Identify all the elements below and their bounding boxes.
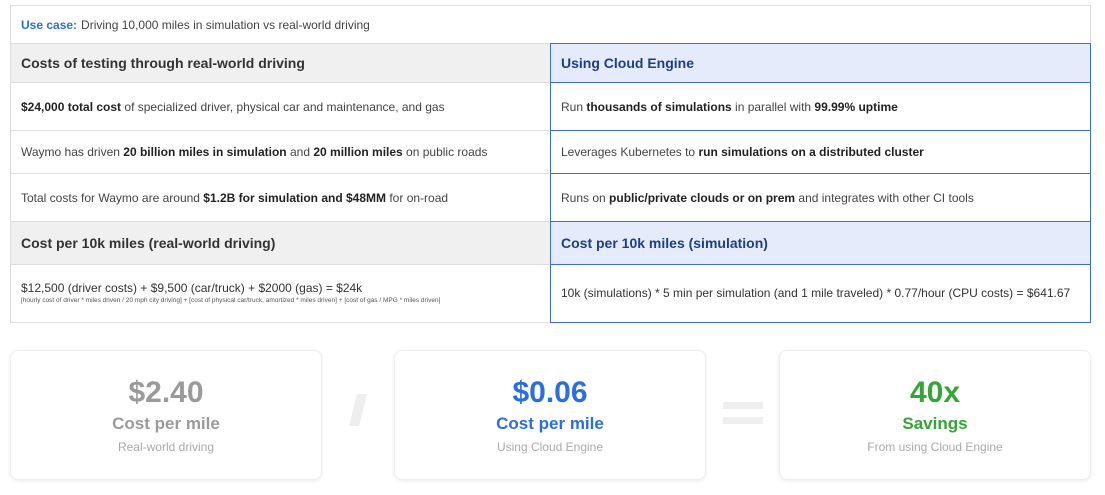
divide-slash-icon: [349, 394, 367, 426]
right-row-1-text-2: in parallel with: [731, 99, 815, 114]
card-savings-label: Savings: [902, 414, 968, 433]
right-cost-formula: 10k (simulations) * 5 min per simulation…: [550, 265, 1091, 323]
card-cloud-value: $0.06: [512, 376, 588, 409]
card-real-world-label: Cost per mile: [112, 414, 220, 433]
right-row-3-text-2: and integrates with other CI tools: [795, 190, 974, 205]
right-cost-header: Cost per 10k miles (simulation): [550, 222, 1091, 265]
left-header: Costs of testing through real-world driv…: [10, 43, 550, 83]
left-row-1: $24,000 total cost of specialized driver…: [10, 83, 550, 131]
right-row-2-bold-1: run simulations on a distributed cluster: [698, 145, 924, 159]
right-row-3-text-1: Runs on: [561, 190, 610, 205]
left-row-2-text-3: on public roads: [402, 145, 488, 159]
use-case-text: Driving 10,000 miles in simulation vs re…: [81, 17, 370, 32]
left-row-3: Total costs for Waymo are around $1.2B f…: [10, 174, 550, 222]
left-row-2-bold-2: 20 million miles: [313, 145, 403, 159]
left-row-2-bold-1: 20 billion miles in simulation: [123, 145, 287, 159]
right-row-1-bold-2: 99.99% uptime: [814, 99, 898, 114]
left-row-1-text: of specialized driver, physical car and …: [121, 99, 445, 114]
card-savings-sub: From using Cloud Engine: [867, 440, 1003, 454]
left-row-3-text-2: for on-road: [386, 190, 449, 205]
left-row-3-text-1: Total costs for Waymo are around: [21, 190, 204, 205]
use-case-banner: Use case: Driving 10,000 miles in simula…: [10, 5, 1091, 43]
left-row-2-text-1: Waymo has driven: [21, 145, 124, 159]
card-cloud-sub: Using Cloud Engine: [496, 440, 604, 454]
left-cost-note: [hourly cost of driver * miles driven / …: [21, 297, 441, 305]
left-cost-formula: $12,500 (driver costs) + $9,500 (car/tru…: [21, 281, 363, 296]
card-cloud-label: Cost per mile: [496, 414, 604, 433]
right-row-3-bold-1: public/private clouds or on prem: [609, 190, 796, 205]
left-row-3-bold-1: $1.2B for simulation and $48MM: [203, 190, 387, 205]
left-row-2-text-2: and: [286, 145, 314, 159]
left-row-1-bold: $24,000 total cost: [21, 99, 122, 114]
right-row-1-text-1: Run: [561, 99, 587, 114]
left-cost-cell: $12,500 (driver costs) + $9,500 (car/tru…: [10, 265, 550, 323]
card-savings-value: 40x: [909, 376, 961, 409]
comparison-table: Use case: Driving 10,000 miles in simula…: [10, 5, 1091, 323]
left-cost-header: Cost per 10k miles (real-world driving): [10, 222, 550, 265]
equals-icon: [723, 402, 763, 424]
card-real-world-sub: Real-world driving: [117, 440, 215, 454]
right-row-3: Runs on public/private clouds or on prem…: [550, 174, 1091, 222]
use-case-label: Use case:: [21, 17, 78, 32]
right-row-1-bold-1: thousands of simulations: [586, 99, 732, 114]
right-header: Using Cloud Engine: [550, 43, 1091, 83]
left-row-2: Waymo has driven 20 billion miles in sim…: [10, 131, 550, 174]
right-row-1: Run thousands of simulations in parallel…: [550, 83, 1091, 131]
card-real-world: $2.40 Cost per mile Real-world driving: [10, 350, 322, 480]
card-savings: 40x Savings From using Cloud Engine: [779, 350, 1091, 480]
right-row-2-text-1: Leverages Kubernetes to: [561, 145, 699, 159]
card-real-world-value: $2.40: [128, 376, 204, 409]
card-cloud-engine: $0.06 Cost per mile Using Cloud Engine: [394, 350, 706, 480]
right-row-2: Leverages Kubernetes to run simulations …: [550, 131, 1091, 174]
